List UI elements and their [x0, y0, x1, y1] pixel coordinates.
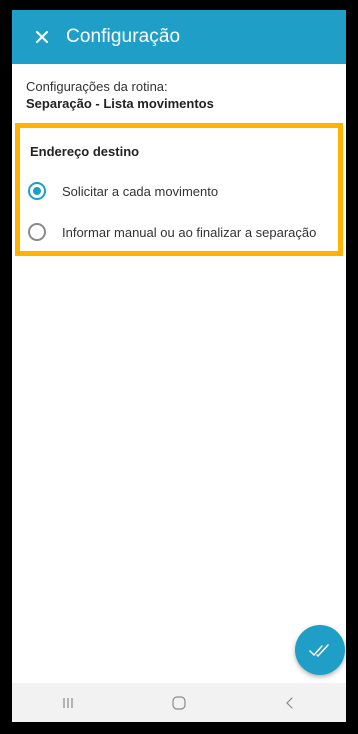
android-nav-bar: [12, 683, 346, 722]
routine-info: Configurações da rotina: Separação - Lis…: [26, 78, 214, 112]
double-check-icon: [309, 644, 329, 657]
phone-screen: Configuração Configurações da rotina: Se…: [12, 10, 346, 722]
close-icon: [36, 31, 48, 43]
recent-apps-icon: [63, 697, 73, 708]
page-title: Configuração: [66, 26, 181, 47]
routine-label: Configurações da rotina:: [26, 79, 168, 94]
home-button[interactable]: [149, 683, 209, 722]
option-label: Solicitar a cada movimento: [62, 183, 219, 199]
back-icon: [286, 696, 293, 709]
app-bar: Configuração: [12, 10, 346, 64]
back-button[interactable]: [260, 683, 320, 722]
close-button[interactable]: [30, 25, 54, 49]
section-title: Endereço destino: [30, 144, 140, 159]
recent-apps-button[interactable]: [38, 683, 98, 722]
radio-dot: [33, 187, 41, 195]
radio-button-unselected[interactable]: [28, 223, 46, 241]
radio-button-selected[interactable]: [28, 182, 46, 200]
option-label: Informar manual ou ao finalizar a separa…: [62, 224, 317, 240]
option-request-each-movement[interactable]: Solicitar a cada movimento: [28, 182, 218, 200]
home-icon: [172, 695, 186, 710]
destination-section: Endereço destino Solicitar a cada movime…: [15, 123, 343, 256]
routine-name: Separação - Lista movimentos: [26, 96, 214, 111]
confirm-fab-button[interactable]: [295, 625, 345, 675]
option-manual-or-finish[interactable]: Informar manual ou ao finalizar a separa…: [28, 223, 316, 241]
